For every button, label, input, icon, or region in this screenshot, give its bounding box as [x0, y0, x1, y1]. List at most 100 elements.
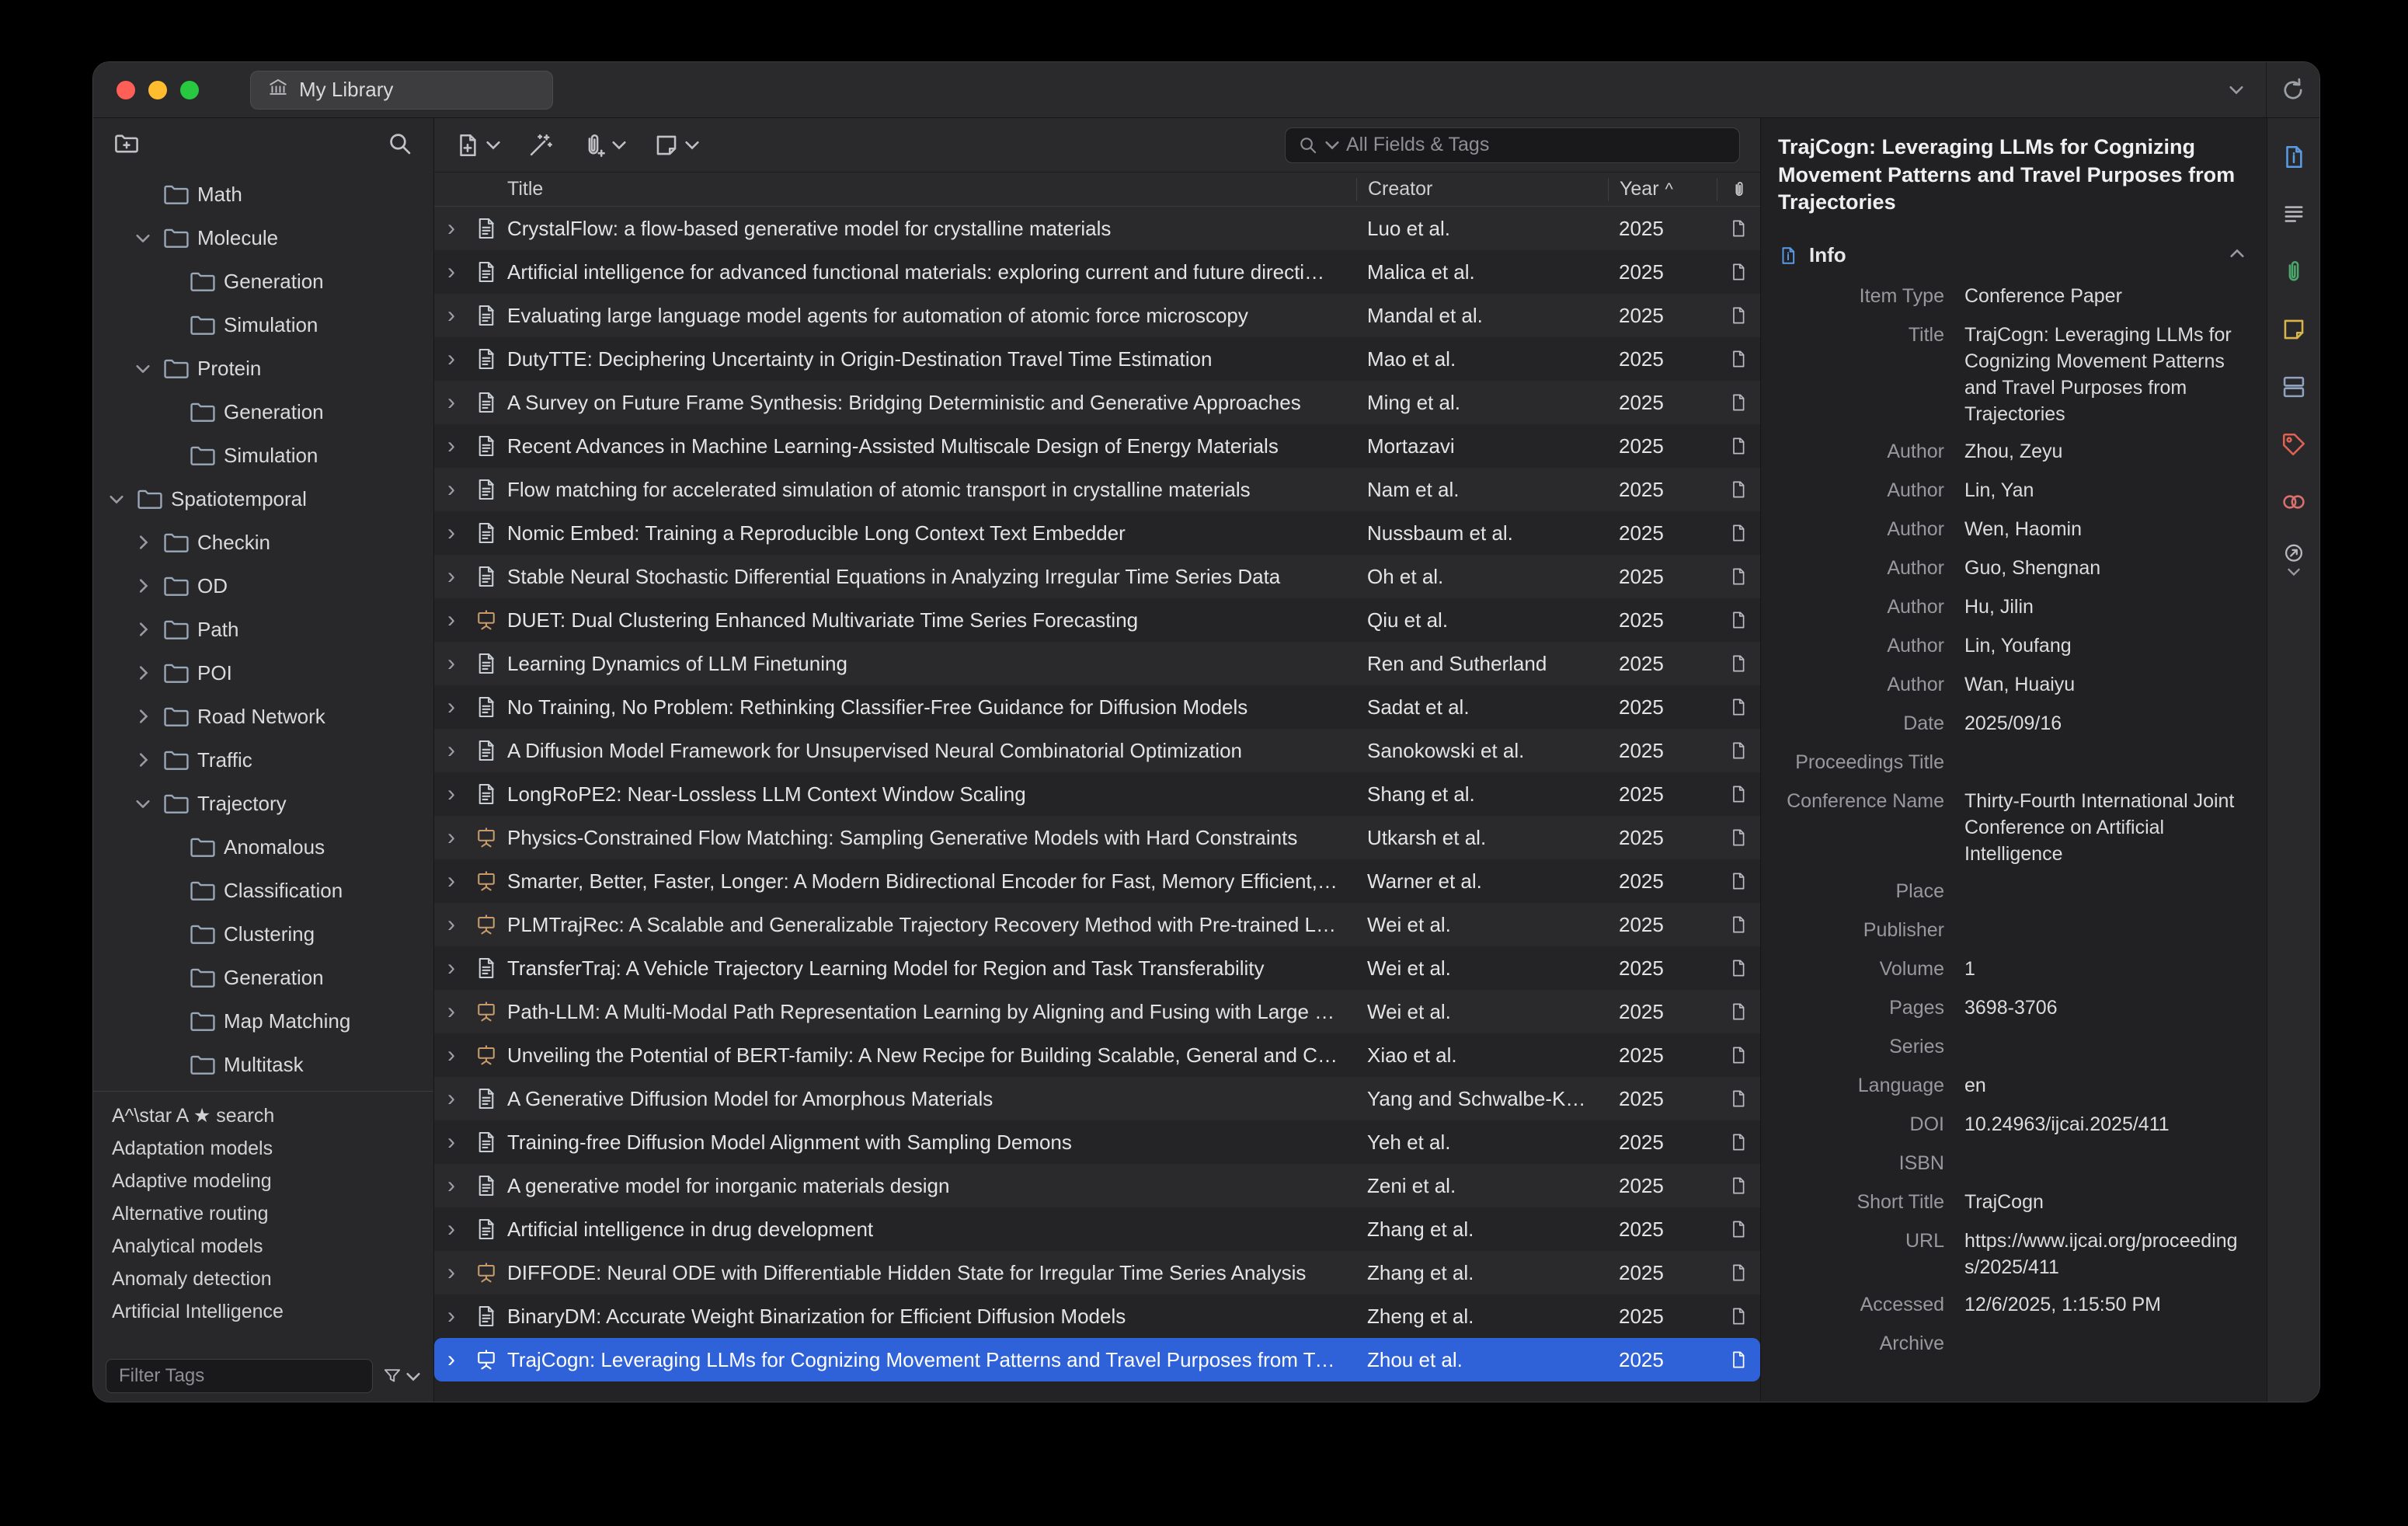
tag-filter-input[interactable] — [106, 1359, 373, 1393]
expand-chevron-icon[interactable]: › — [434, 826, 468, 849]
item-row[interactable]: ›DIFFODE: Neural ODE with Differentiable… — [434, 1251, 1760, 1294]
tag-item[interactable]: A^\star A ★ search — [93, 1099, 433, 1132]
expand-chevron-icon[interactable]: › — [434, 739, 468, 762]
abstract-tab-icon[interactable] — [2277, 197, 2311, 232]
field-value[interactable]: Lin, Youfang — [1964, 632, 2245, 659]
expand-chevron-icon[interactable]: › — [434, 1261, 468, 1284]
sidebar-item-road-network[interactable]: Road Network — [93, 695, 433, 738]
field-value[interactable]: Hu, Jilin — [1964, 594, 2245, 620]
tag-item[interactable]: Alternative routing — [93, 1197, 433, 1230]
sidebar-item-spatiotemporal[interactable]: Spatiotemporal — [93, 477, 433, 521]
collapse-item-pane-chevron-icon[interactable] — [2207, 85, 2266, 95]
sidebar-item-trajectory[interactable]: Trajectory — [93, 782, 433, 825]
expand-chevron-icon[interactable]: › — [434, 913, 468, 936]
chevron-right-icon[interactable] — [130, 752, 155, 768]
field-value[interactable]: en — [1964, 1072, 2245, 1099]
sidebar-item-protein[interactable]: Protein — [93, 347, 433, 390]
expand-chevron-icon[interactable]: › — [434, 1174, 468, 1197]
sidebar-item-multitask[interactable]: Multitask — [93, 1043, 433, 1086]
item-row[interactable]: ›Recent Advances in Machine Learning-Ass… — [434, 424, 1760, 468]
expand-chevron-icon[interactable]: › — [434, 347, 468, 371]
sidebar-item-math[interactable]: Math — [93, 172, 433, 216]
sync-icon[interactable] — [2267, 77, 2319, 103]
collapse-section-chevron-icon[interactable] — [2229, 249, 2245, 263]
sidebar-item-od[interactable]: OD — [93, 564, 433, 608]
search-scope-chevron-icon[interactable] — [1324, 140, 1340, 150]
expand-chevron-icon[interactable]: › — [434, 695, 468, 719]
tag-item[interactable]: Adaptation models — [93, 1132, 433, 1165]
item-row[interactable]: ›LongRoPE2: Near-Lossless LLM Context Wi… — [434, 772, 1760, 816]
expand-chevron-icon[interactable]: › — [434, 1000, 468, 1023]
item-row[interactable]: ›PLMTrajRec: A Scalable and Generalizabl… — [434, 903, 1760, 946]
chevron-down-icon[interactable] — [130, 364, 155, 374]
expand-chevron-icon[interactable]: › — [434, 1348, 468, 1371]
chevron-right-icon[interactable] — [130, 535, 155, 550]
item-row[interactable]: ›Learning Dynamics of LLM FinetuningRen … — [434, 642, 1760, 685]
attachments-tab-icon[interactable] — [2277, 255, 2311, 289]
tag-item[interactable]: Analytical models — [93, 1230, 433, 1263]
item-row[interactable]: ›Stable Neural Stochastic Differential E… — [434, 555, 1760, 598]
sidebar-item-traffic[interactable]: Traffic — [93, 738, 433, 782]
expand-chevron-icon[interactable]: › — [434, 1131, 468, 1154]
close-window-button[interactable] — [117, 81, 135, 99]
field-value[interactable]: Wan, Huaiyu — [1964, 671, 2245, 698]
column-header-creator[interactable]: Creator — [1356, 178, 1608, 201]
expand-chevron-icon[interactable]: › — [434, 565, 468, 588]
item-row[interactable]: ›Artificial intelligence in drug develop… — [434, 1207, 1760, 1251]
column-header-title[interactable]: Title — [504, 178, 1356, 200]
expand-chevron-icon[interactable]: › — [434, 869, 468, 893]
sidebar-item-classification[interactable]: Classification — [93, 869, 433, 912]
chevron-down-icon[interactable] — [130, 799, 155, 809]
chevron-right-icon[interactable] — [130, 665, 155, 681]
item-row[interactable]: ›A Survey on Future Frame Synthesis: Bri… — [434, 381, 1760, 424]
expand-chevron-icon[interactable]: › — [434, 1305, 468, 1328]
field-value[interactable]: TrajCogn: Leveraging LLMs for Cognizing … — [1964, 322, 2245, 427]
chevron-right-icon[interactable] — [130, 709, 155, 724]
item-row[interactable]: ›Path-LLM: A Multi-Modal Path Representa… — [434, 990, 1760, 1033]
collection-search-icon[interactable] — [387, 131, 413, 161]
tags-tab-icon[interactable] — [2277, 427, 2311, 462]
expand-chevron-icon[interactable]: › — [434, 956, 468, 980]
expand-chevron-icon[interactable]: › — [434, 1043, 468, 1067]
expand-chevron-icon[interactable]: › — [434, 1087, 468, 1110]
sidebar-item-poi[interactable]: POI — [93, 651, 433, 695]
expand-chevron-icon[interactable]: › — [434, 782, 468, 806]
item-row[interactable]: ›DUET: Dual Clustering Enhanced Multivar… — [434, 598, 1760, 642]
sidebar-item-anomalous[interactable]: Anomalous — [93, 825, 433, 869]
expand-chevron-icon[interactable]: › — [434, 652, 468, 675]
sidebar-item-checkin[interactable]: Checkin — [93, 521, 433, 564]
sidebar-item-map-matching[interactable]: Map Matching — [93, 999, 433, 1043]
info-section-header[interactable]: Info — [1778, 234, 2245, 277]
field-value[interactable]: 12/6/2025, 1:15:50 PM — [1964, 1291, 2245, 1318]
chevron-down-icon[interactable] — [130, 233, 155, 243]
expand-chevron-icon[interactable]: › — [434, 521, 468, 545]
locate-tab-icon[interactable] — [2277, 542, 2311, 577]
expand-chevron-icon[interactable]: › — [434, 608, 468, 632]
item-row[interactable]: ›Unveiling the Potential of BERT-family:… — [434, 1033, 1760, 1077]
item-row[interactable]: ›DutyTTE: Deciphering Uncertainty in Ori… — [434, 337, 1760, 381]
column-header-attachments[interactable] — [1717, 178, 1760, 201]
item-row[interactable]: ›Physics-Constrained Flow Matching: Samp… — [434, 816, 1760, 859]
expand-chevron-icon[interactable]: › — [434, 478, 468, 501]
field-value[interactable]: 2025/09/16 — [1964, 710, 2245, 737]
field-value[interactable]: Conference Paper — [1964, 283, 2245, 309]
info-tab-icon[interactable] — [2277, 140, 2311, 174]
sidebar-item-clustering[interactable]: Clustering — [93, 912, 433, 956]
tag-item[interactable]: Anomaly detection — [93, 1263, 433, 1295]
item-row[interactable]: ›Artificial intelligence for advanced fu… — [434, 250, 1760, 294]
item-row[interactable]: ›No Training, No Problem: Rethinking Cla… — [434, 685, 1760, 729]
field-value[interactable]: Thirty-Fourth International Joint Confer… — [1964, 788, 2245, 867]
tag-item[interactable]: Artificial Intelligence — [93, 1295, 433, 1328]
new-attachment-button[interactable] — [580, 132, 627, 159]
related-tab-icon[interactable] — [2277, 485, 2311, 519]
field-value[interactable]: Zhou, Zeyu — [1964, 438, 2245, 465]
item-row[interactable]: ›Evaluating large language model agents … — [434, 294, 1760, 337]
item-row[interactable]: ›CrystalFlow: a flow-based generative mo… — [434, 207, 1760, 250]
sidebar-item-path[interactable]: Path — [93, 608, 433, 651]
item-row[interactable]: ›Training-free Diffusion Model Alignment… — [434, 1120, 1760, 1164]
sidebar-item-simulation[interactable]: Simulation — [93, 303, 433, 347]
tag-filter-options[interactable] — [382, 1366, 421, 1386]
expand-chevron-icon[interactable]: › — [434, 260, 468, 284]
sidebar-item-generation[interactable]: Generation — [93, 956, 433, 999]
expand-chevron-icon[interactable]: › — [434, 304, 468, 327]
